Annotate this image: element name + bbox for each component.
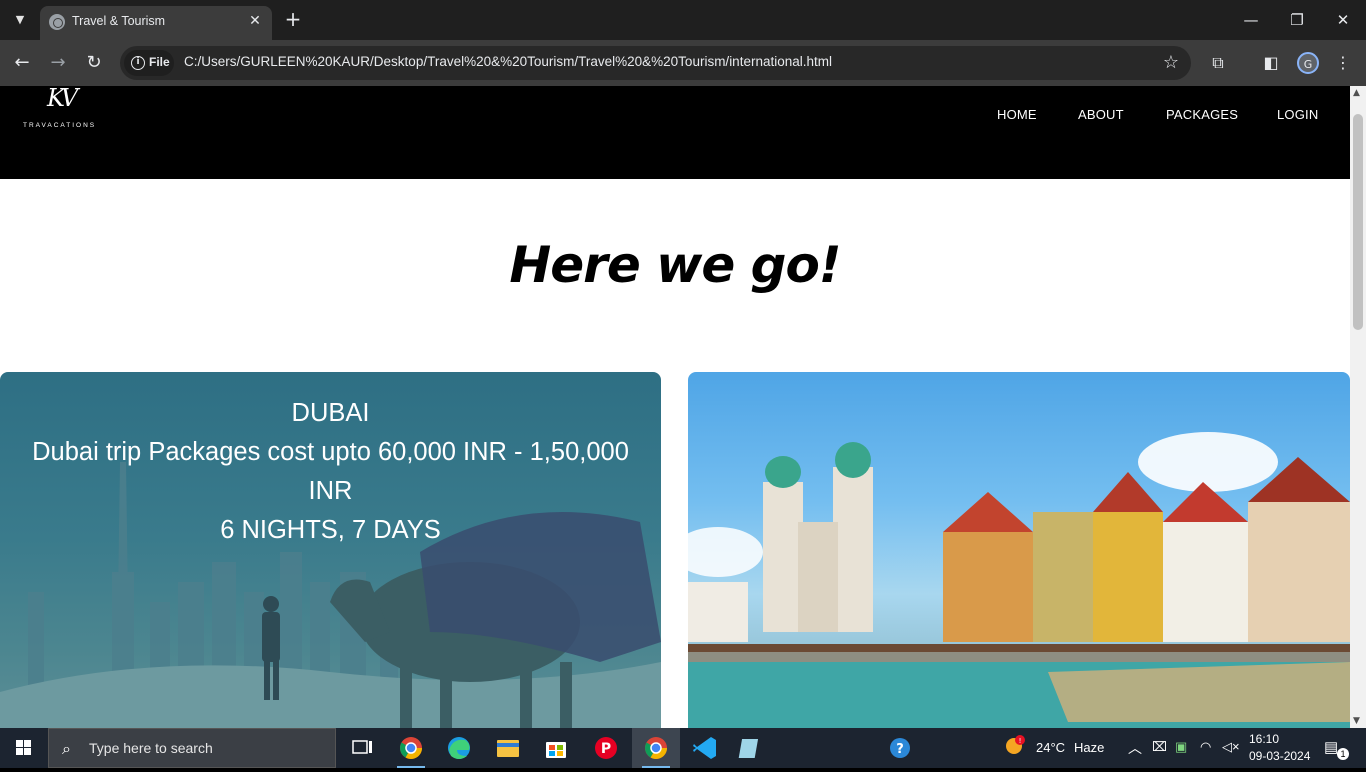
edge-icon[interactable] [435,728,483,768]
info-icon: i [131,56,145,70]
close-window-icon[interactable]: ✕ [1320,0,1366,40]
extensions-puzzle-icon[interactable]: ⧉ [1207,52,1229,74]
clock-time[interactable]: 16:10 [1249,732,1279,746]
tab-title: Travel & Tourism [72,14,166,28]
microsoft-store-icon[interactable] [532,728,580,768]
globe-icon [49,14,65,30]
chrome-profile-icon[interactable] [387,728,435,768]
search-placeholder: Type here to search [89,740,213,756]
logo-text: TRAVACATIONS [23,122,97,129]
taskbar-search-box[interactable]: ⌕ Type here to search [48,728,336,768]
new-tab-button[interactable]: + [282,8,304,30]
bookmark-star-icon[interactable]: ☆ [1163,52,1179,73]
search-icon: ⌕ [62,739,71,758]
nav-home-link[interactable]: HOME [997,107,1037,122]
page-title: Here we go! [509,236,841,294]
back-arrow-icon[interactable]: ← [8,50,36,76]
page-viewport: KV TRAVACATIONS HOME ABOUT PACKAGES LOGI… [0,86,1350,728]
meet-now-icon[interactable]: ⌧ [1152,739,1167,755]
side-panel-icon[interactable]: ◧ [1260,52,1282,74]
clock-date[interactable]: 09-03-2024 [1249,749,1310,763]
speaker-muted-icon[interactable]: ◁× [1222,739,1240,755]
nav-about-link[interactable]: ABOUT [1078,107,1124,122]
weather-icon[interactable]: ! [998,728,1028,768]
nav-login-link[interactable]: LOGIN [1277,107,1318,122]
package-card-image[interactable] [688,372,1350,728]
svg-text:!: ! [1019,737,1022,745]
tab-search-chevron-icon[interactable]: ▼ [8,9,32,31]
weather-description[interactable]: Haze [1074,740,1104,755]
lucerne-town-image [688,432,1350,728]
windows-logo-icon [16,740,31,755]
page-scrollbar[interactable]: ▲ ▼ [1350,86,1366,728]
site-logo[interactable]: KV TRAVACATIONS [22,86,104,134]
restore-icon[interactable]: ❐ [1274,0,1320,40]
show-hidden-icons-chevron-icon[interactable]: ︿ [1128,738,1142,758]
card-title: DUBAI [291,399,370,427]
site-info-chip[interactable]: i File [124,50,174,76]
battery-icon[interactable]: ▣ [1175,739,1187,755]
vscode-icon[interactable] [681,728,729,768]
card-duration: 6 NIGHTS, 7 DAYS [220,516,441,544]
forward-arrow-icon[interactable]: → [44,50,72,76]
tab-close-icon[interactable]: ✕ [246,12,264,30]
file-explorer-icon[interactable] [484,728,532,768]
scroll-up-arrow-icon[interactable]: ▲ [1353,88,1360,98]
svg-text:P: P [601,741,611,757]
notification-count-badge: 1 [1337,748,1349,760]
reload-icon[interactable]: ↻ [80,50,108,76]
card-price-line-cont: INR [308,477,353,505]
site-header: KV TRAVACATIONS HOME ABOUT PACKAGES LOGI… [0,86,1350,179]
wifi-icon[interactable]: ◠ [1200,739,1211,755]
start-button[interactable] [0,728,48,768]
pinterest-icon[interactable]: P [582,728,630,768]
browser-menu-icon[interactable]: ⋮ [1332,52,1354,74]
scroll-down-arrow-icon[interactable]: ▼ [1353,716,1360,726]
logo-mark: KV [47,86,78,112]
browser-toolbar: ← → ↻ i File C:/Users/GURLEEN%20KAUR/Des… [0,40,1366,86]
browser-tab[interactable]: Travel & Tourism ✕ [40,6,272,40]
site-info-label: File [149,55,170,69]
chrome-active-icon[interactable] [632,728,680,768]
address-bar[interactable]: i File C:/Users/GURLEEN%20KAUR/Desktop/T… [120,46,1191,80]
card-price-line: Dubai trip Packages cost upto 60,000 INR… [32,438,629,466]
minimize-icon[interactable]: — [1228,0,1274,40]
nav-packages-link[interactable]: PACKAGES [1166,107,1238,122]
scroll-thumb[interactable] [1353,114,1363,330]
notepad-app-icon[interactable] [729,728,777,768]
svg-text:?: ? [896,742,904,757]
help-question-icon[interactable]: ? [876,728,924,768]
weather-temperature[interactable]: 24°C [1036,740,1065,755]
browser-tab-strip: ▼ Travel & Tourism ✕ + — ❐ ✕ [0,0,1366,40]
dubai-card-text: DUBAI Dubai trip Packages cost upto 60,0… [0,394,661,550]
profile-avatar[interactable]: G [1297,52,1319,74]
windows-taskbar: ⌕ Type here to search P ? ! 24°C Haze ︿ … [0,728,1366,768]
url-text[interactable]: C:/Users/GURLEEN%20KAUR/Desktop/Travel%2… [184,54,832,69]
task-view-icon[interactable] [338,728,386,768]
package-card-dubai[interactable]: DUBAI Dubai trip Packages cost upto 60,0… [0,372,661,728]
